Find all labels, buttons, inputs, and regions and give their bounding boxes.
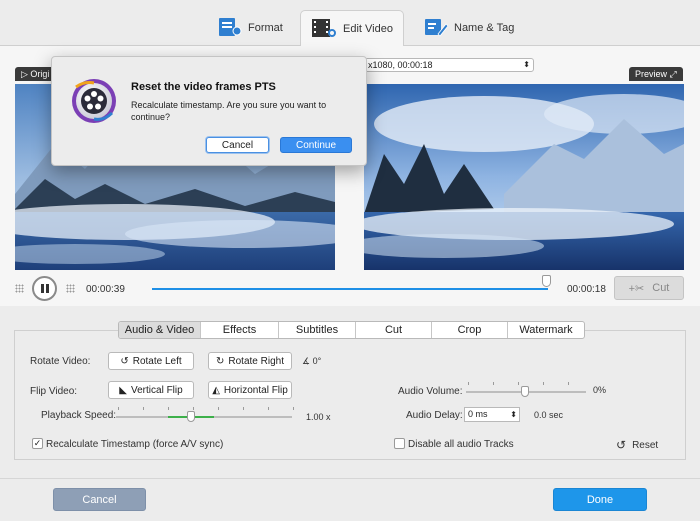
recalc-timestamp-label: Recalculate Timestamp (force A/V sync) xyxy=(46,439,224,450)
tab-crop[interactable]: Crop xyxy=(432,322,508,338)
reset-button[interactable]: ↺ Reset xyxy=(616,438,658,452)
disable-audio-label: Disable all audio Tracks xyxy=(408,439,514,450)
scissors-icon: +✂ xyxy=(628,282,645,295)
app-logo-icon xyxy=(70,77,118,125)
grip-icon xyxy=(66,284,75,293)
dialog-continue-button[interactable]: Continue xyxy=(280,137,352,153)
preview-video-frame xyxy=(364,84,684,270)
footer: Cancel Done xyxy=(0,478,700,521)
done-button[interactable]: Done xyxy=(553,488,647,511)
recalc-timestamp-checkbox[interactable]: ✓ xyxy=(32,438,43,449)
current-time: 00:00:39 xyxy=(86,284,125,295)
playback-speed-label: Playback Speed: xyxy=(41,410,117,421)
play-small-icon: ▷ xyxy=(21,69,31,79)
original-label: ▷ Origi xyxy=(15,67,56,81)
resolution-select[interactable]: x1080, 00:00:18 ⬍ xyxy=(364,58,534,72)
rotate-angle: ∡ 0° xyxy=(302,356,322,366)
tab-watermark[interactable]: Watermark xyxy=(508,322,584,338)
timeline-handle[interactable] xyxy=(542,275,551,287)
resolution-value: x1080, 00:00:18 xyxy=(368,60,433,70)
rotate-left-button[interactable]: ↺ Rotate Left xyxy=(108,352,194,370)
audio-delay-label: Audio Delay: xyxy=(406,410,463,421)
pause-button[interactable] xyxy=(32,276,57,301)
reset-icon: ↺ xyxy=(616,438,627,452)
preview-video xyxy=(364,84,684,270)
horizontal-flip-button[interactable]: ◭ Horizontal Flip xyxy=(208,381,292,399)
audio-delay-input[interactable]: 0 ms ⬍ xyxy=(464,407,520,422)
cut-label: Cut xyxy=(652,282,670,294)
volume-slider-thumb[interactable] xyxy=(521,386,529,397)
rotate-right-button[interactable]: ↻ Rotate Right xyxy=(208,352,292,370)
tab-cut[interactable]: Cut xyxy=(356,322,432,338)
dialog-title: Reset the video frames PTS xyxy=(131,81,276,93)
tab-subtitles[interactable]: Subtitles xyxy=(279,322,356,338)
timeline-track[interactable] xyxy=(152,288,548,290)
rotate-right-icon: ↻ xyxy=(216,355,225,367)
stepper-icon[interactable]: ⬍ xyxy=(510,408,517,421)
playback-bar: 00:00:39 00:00:18 +✂ Cut xyxy=(0,272,700,306)
format-icon xyxy=(218,16,242,41)
audio-delay-readout: 0.0 sec xyxy=(534,410,564,420)
volume-ticks xyxy=(468,382,586,385)
tab-edit-video-label: Edit Video xyxy=(343,23,393,35)
tab-edit-video[interactable]: Edit Video xyxy=(300,10,404,47)
tab-format-label: Format xyxy=(248,22,283,34)
angle-icon: ∡ xyxy=(302,356,313,366)
tab-audio-video[interactable]: Audio & Video xyxy=(119,322,201,338)
cut-button[interactable]: +✂ Cut xyxy=(614,276,684,300)
audio-volume-label: Audio Volume: xyxy=(398,386,463,397)
dialog-cancel-button[interactable]: Cancel xyxy=(206,137,269,153)
flip-video-label: Flip Video: xyxy=(30,386,78,397)
tab-name-tag[interactable]: Name & Tag xyxy=(414,10,524,46)
tag-pencil-icon xyxy=(424,16,449,41)
cancel-button[interactable]: Cancel xyxy=(53,488,146,511)
speed-ticks xyxy=(118,407,294,410)
pause-icon xyxy=(40,284,49,293)
horizontal-flip-icon: ◭ xyxy=(212,384,220,396)
expand-icon[interactable]: ⤢ xyxy=(670,69,677,79)
grip-icon xyxy=(15,284,24,293)
rotate-video-label: Rotate Video: xyxy=(30,356,91,367)
top-toolbar: Format Edit Video Name & Tag xyxy=(0,0,700,47)
select-chevron-icon: ⬍ xyxy=(523,60,530,69)
preview-label: Preview ⤢ xyxy=(629,67,683,81)
vertical-flip-button[interactable]: ◣ Vertical Flip xyxy=(108,381,194,399)
rotate-left-icon: ↺ xyxy=(120,355,129,367)
film-scissors-icon xyxy=(311,17,337,42)
tab-name-tag-label: Name & Tag xyxy=(454,22,515,34)
speed-slider-thumb[interactable] xyxy=(187,411,195,422)
reset-pts-dialog: Reset the video frames PTS Recalculate t… xyxy=(51,56,367,166)
tab-format[interactable]: Format xyxy=(208,10,293,46)
dialog-message: Recalculate timestamp. Are you sure you … xyxy=(131,100,327,122)
end-time: 00:00:18 xyxy=(567,284,606,295)
audio-volume-value: 0% xyxy=(593,385,607,395)
speed-value: 1.00 x xyxy=(306,412,331,422)
edit-tabs: Audio & Video Effects Subtitles Cut Crop… xyxy=(118,321,585,339)
tab-effects[interactable]: Effects xyxy=(201,322,279,338)
vertical-flip-icon: ◣ xyxy=(119,384,127,396)
disable-audio-checkbox[interactable] xyxy=(394,438,405,449)
